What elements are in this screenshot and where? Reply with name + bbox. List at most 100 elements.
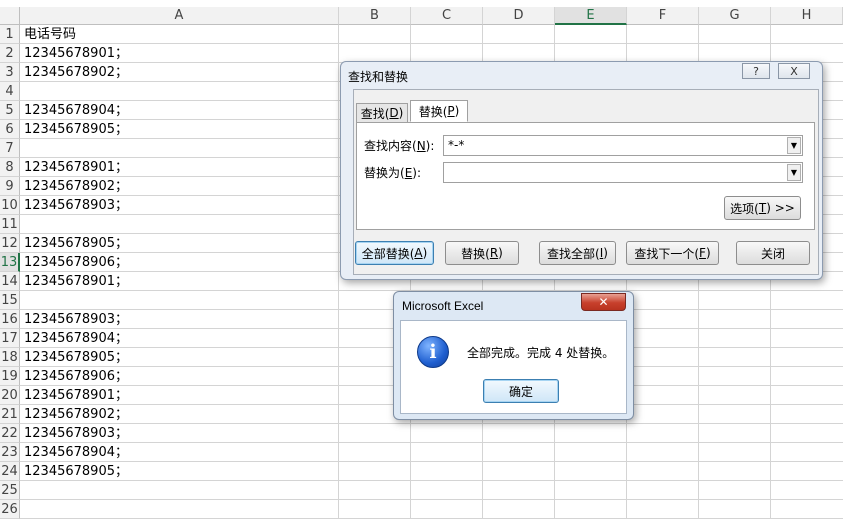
tab-find-suffix: ) xyxy=(398,106,404,120)
cell-a6[interactable]: 12345678905； xyxy=(24,120,128,139)
cell-a9[interactable]: 12345678902； xyxy=(24,177,128,196)
row-header-14[interactable]: 14 xyxy=(0,272,20,291)
find-all-button[interactable]: 查找全部(I) xyxy=(539,241,616,265)
tab-find[interactable]: 查找(D) xyxy=(356,103,408,122)
help-button[interactable]: ? xyxy=(742,63,770,79)
row-header-3[interactable]: 3 xyxy=(0,63,20,82)
cell-a19[interactable]: 12345678906； xyxy=(24,367,128,386)
replace-button[interactable]: 替换(R) xyxy=(445,241,519,265)
cell-a17[interactable]: 12345678904； xyxy=(24,329,128,348)
replace-hotkey: R xyxy=(489,246,499,260)
replace-label-suffix: ): xyxy=(412,166,422,180)
row-gridline xyxy=(20,423,843,424)
column-header-h[interactable]: H xyxy=(771,7,843,25)
row-header-22[interactable]: 22 xyxy=(0,424,20,443)
find-dropdown-button[interactable]: ▼ xyxy=(787,137,801,154)
column-header-b[interactable]: B xyxy=(339,7,411,25)
cell-a3[interactable]: 12345678902； xyxy=(24,63,128,82)
column-header-g[interactable]: G xyxy=(699,7,771,25)
info-icon-glyph: i xyxy=(429,341,437,363)
cell-a18[interactable]: 12345678905； xyxy=(24,348,128,367)
help-icon: ? xyxy=(753,64,759,78)
replace-with-label: 替换为(E): xyxy=(364,164,421,181)
row-gridline xyxy=(20,442,843,443)
close-label: 关闭 xyxy=(760,246,785,261)
row-header-23[interactable]: 23 xyxy=(0,443,20,462)
chevron-down-icon: ▼ xyxy=(790,141,798,150)
row-header-9[interactable]: 9 xyxy=(0,177,20,196)
row-header-16[interactable]: 16 xyxy=(0,310,20,329)
replace-all-suffix: ) xyxy=(422,246,428,260)
row-header-26[interactable]: 26 xyxy=(0,500,20,519)
cell-a24[interactable]: 12345678905； xyxy=(24,462,128,481)
row-gridline xyxy=(20,461,843,462)
row-header-11[interactable]: 11 xyxy=(0,215,20,234)
close-button[interactable]: 关闭 xyxy=(736,241,810,265)
message-text: 全部完成。完成 4 处替换。 xyxy=(467,346,615,360)
cell-a12[interactable]: 12345678905； xyxy=(24,234,128,253)
row-header-8[interactable]: 8 xyxy=(0,158,20,177)
cell-a1[interactable]: 电话号码 xyxy=(24,25,76,44)
options-button[interactable]: 选项(T) >> xyxy=(724,196,801,220)
cell-a13[interactable]: 12345678906； xyxy=(24,253,128,272)
row-header-25[interactable]: 25 xyxy=(0,481,20,500)
cell-a14[interactable]: 12345678901； xyxy=(24,272,128,291)
row-header-13[interactable]: 13 xyxy=(0,253,20,272)
find-next-suffix: ) xyxy=(705,246,711,260)
dialog-close-button[interactable]: X xyxy=(778,63,810,79)
message-box: Microsoft Excel ✕ i 全部完成。完成 4 处替换。 确定 xyxy=(393,291,634,420)
column-header-f[interactable]: F xyxy=(627,7,699,25)
row-gridline xyxy=(20,499,843,500)
column-header-c[interactable]: C xyxy=(411,7,483,25)
row-header-24[interactable]: 24 xyxy=(0,462,20,481)
cell-a2[interactable]: 12345678901； xyxy=(24,44,128,63)
find-replace-panel: 查找(D) 替换(P) 查找内容(N): *-* ▼ 替换为(E): ▼ 选项(… xyxy=(353,89,819,275)
row-header-20[interactable]: 20 xyxy=(0,386,20,405)
row-header-7[interactable]: 7 xyxy=(0,139,20,158)
find-label-suffix: ): xyxy=(425,139,435,153)
column-header-a[interactable]: A xyxy=(20,7,339,25)
find-label-text: 查找内容( xyxy=(364,139,417,153)
find-all-label: 查找全部( xyxy=(547,246,600,261)
row-header-17[interactable]: 17 xyxy=(0,329,20,348)
replace-with-input[interactable]: ▼ xyxy=(443,162,803,183)
replace-dropdown-button[interactable]: ▼ xyxy=(787,164,801,181)
find-what-input[interactable]: *-* ▼ xyxy=(443,135,803,156)
column-header-d[interactable]: D xyxy=(483,7,555,25)
cell-a5[interactable]: 12345678904； xyxy=(24,101,128,120)
replace-label: 替换( xyxy=(461,246,490,261)
find-next-button[interactable]: 查找下一个(F) xyxy=(626,241,719,265)
row-header-10[interactable]: 10 xyxy=(0,196,20,215)
cell-a10[interactable]: 12345678903； xyxy=(24,196,128,215)
row-header-1[interactable]: 1 xyxy=(0,25,20,44)
row-header-5[interactable]: 5 xyxy=(0,101,20,120)
cell-a21[interactable]: 12345678902； xyxy=(24,405,128,424)
ok-button[interactable]: 确定 xyxy=(483,379,559,403)
row-header-4[interactable]: 4 xyxy=(0,82,20,101)
options-suffix: ) >> xyxy=(766,201,795,215)
cell-a20[interactable]: 12345678901； xyxy=(24,386,128,405)
row-header-18[interactable]: 18 xyxy=(0,348,20,367)
tab-replace[interactable]: 替换(P) xyxy=(410,100,468,122)
row-header-12[interactable]: 12 xyxy=(0,234,20,253)
cell-a23[interactable]: 12345678904； xyxy=(24,443,128,462)
row-gridline xyxy=(20,43,843,44)
column-header-e[interactable]: E xyxy=(555,7,627,25)
row-header-19[interactable]: 19 xyxy=(0,367,20,386)
message-box-close-button[interactable]: ✕ xyxy=(581,293,626,311)
row-header-15[interactable]: 15 xyxy=(0,291,20,310)
replace-all-label: 全部替换( xyxy=(361,246,415,261)
cell-a16[interactable]: 12345678903； xyxy=(24,310,128,329)
message-box-title: Microsoft Excel xyxy=(402,299,484,313)
row-header-21[interactable]: 21 xyxy=(0,405,20,424)
chevron-down-icon: ▼ xyxy=(790,168,798,177)
select-all-corner[interactable] xyxy=(0,7,20,25)
options-hotkey: T xyxy=(758,201,767,215)
cell-a22[interactable]: 12345678903； xyxy=(24,424,128,443)
replace-all-button[interactable]: 全部替换(A) xyxy=(355,241,434,265)
row-header-6[interactable]: 6 xyxy=(0,120,20,139)
find-replace-dialog: 查找和替换 ? X 查找(D) 替换(P) 查找内容(N): *-* ▼ 替换为… xyxy=(340,61,823,280)
replace-label-text: 替换为( xyxy=(364,166,405,180)
cell-a8[interactable]: 12345678901； xyxy=(24,158,128,177)
row-header-2[interactable]: 2 xyxy=(0,44,20,63)
